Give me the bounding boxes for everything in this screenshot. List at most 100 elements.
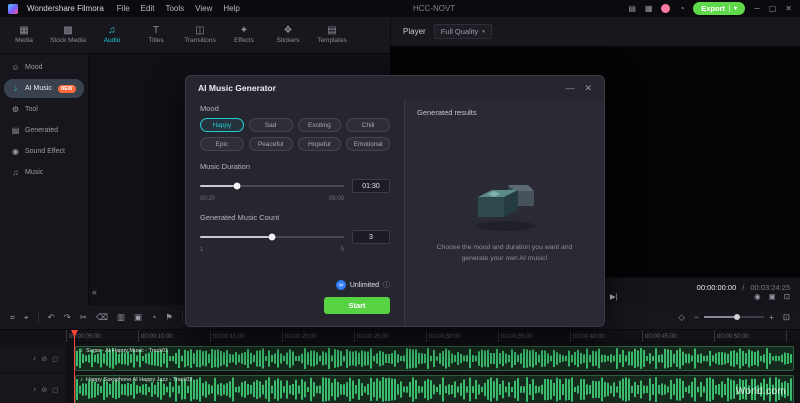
hide-icon[interactable]: ◻ xyxy=(52,386,58,394)
audio-waveform xyxy=(76,347,793,370)
sidebar-item-label: Mood xyxy=(25,64,43,71)
lock-icon[interactable]: ⊘ xyxy=(41,386,47,394)
sidebar-item-label: Generated xyxy=(25,127,59,134)
menu-file[interactable]: File xyxy=(117,4,130,13)
sidebar-item-generated[interactable]: ▤ Generated xyxy=(4,121,84,140)
crop-icon[interactable]: ▣ xyxy=(769,293,776,301)
duration-slider[interactable] xyxy=(200,182,344,190)
pointer-tool-icon[interactable]: ⌖ xyxy=(24,313,29,322)
maximize-icon[interactable]: ▢ xyxy=(769,4,777,13)
scissors-icon[interactable]: ✂ xyxy=(80,313,87,322)
snap-icon[interactable]: ⌗ xyxy=(10,313,15,322)
minimize-icon[interactable]: — xyxy=(565,83,574,93)
trash-icon[interactable]: ⌫ xyxy=(96,313,108,322)
clip-label: ♪ Sugar - AI Happy Music - Track01 xyxy=(80,348,168,354)
timecode-total: 00:03:24:25 xyxy=(750,282,790,292)
menubar: File Edit Tools View Help xyxy=(117,4,240,13)
sidebar-item-sound-effect[interactable]: ◉ Sound Effect xyxy=(4,142,84,161)
duration-max: 05:00 xyxy=(328,196,344,202)
next-frame-icon[interactable]: ▶| xyxy=(610,293,618,301)
mood-chip-peaceful[interactable]: Peaceful xyxy=(248,137,293,151)
fullscreen-icon[interactable]: ⊡ xyxy=(784,293,790,301)
start-button[interactable]: Start xyxy=(324,297,390,314)
sidebar-item-tool[interactable]: ⚙ Tool xyxy=(4,100,84,119)
lock-icon[interactable]: ⊘ xyxy=(41,355,47,363)
media-icon: ▦ xyxy=(19,25,29,36)
sidebar-item-mood[interactable]: ☺ Mood xyxy=(4,58,84,77)
sidebar-item-music[interactable]: ♫ Music xyxy=(4,163,84,182)
tab-transitions[interactable]: ◫ Transitions xyxy=(178,26,222,45)
plugins-icon[interactable]: ▦ xyxy=(645,4,653,13)
settings-spacer xyxy=(200,253,390,280)
tab-titles[interactable]: T Titles xyxy=(134,26,178,45)
info-icon[interactable]: ⓘ xyxy=(383,280,390,290)
mood-chip-happy[interactable]: Happy xyxy=(200,118,244,132)
collapse-sidebar-button[interactable]: « xyxy=(92,287,97,297)
audio-clip-1[interactable]: ♪ Sugar - AI Happy Music - Track01 xyxy=(75,346,794,371)
mood-chip-emotional[interactable]: Emotional xyxy=(346,137,390,151)
audio-clip-2[interactable]: ♪ Happy Saxophone AI Happy Jazz - Track0… xyxy=(75,375,794,403)
layout-icon[interactable]: ▤ xyxy=(628,4,636,13)
tab-templates[interactable]: ▤ Templates xyxy=(310,25,354,45)
zoom-in-icon[interactable]: + xyxy=(769,313,774,322)
duration-value[interactable]: 01:30 xyxy=(352,179,390,193)
sidebar-item-ai-music[interactable]: ♪ AI Music NEW xyxy=(4,79,84,98)
tab-stickers[interactable]: ❖ Stickers xyxy=(266,25,310,45)
zoom-slider[interactable] xyxy=(703,314,764,320)
project-name: HCC-NOVT xyxy=(412,4,456,13)
crop-icon[interactable]: ▣ xyxy=(134,313,142,322)
tab-audio[interactable]: ♫ Audio xyxy=(90,26,134,45)
timeline-ruler[interactable]: 00:00:05:00 00:00:10:00 00:00:15:00 00:0… xyxy=(66,330,800,343)
mood-chip-exciting[interactable]: Exciting xyxy=(297,118,342,132)
minimize-icon[interactable]: ─ xyxy=(754,4,760,13)
mood-chip-chill[interactable]: Chill xyxy=(346,118,390,132)
empty-boxes-illustration xyxy=(475,184,536,231)
tab-media[interactable]: ▦ Media xyxy=(2,25,46,45)
menu-edit[interactable]: Edit xyxy=(141,4,155,13)
tab-stock-media[interactable]: ▩ Stock Media xyxy=(46,26,90,45)
hide-icon[interactable]: ◻ xyxy=(52,355,58,363)
ai-music-icon: ♪ xyxy=(13,84,18,93)
speed-icon[interactable]: ◔ xyxy=(151,313,156,322)
quality-dropdown[interactable]: Full Quality ▾ xyxy=(433,24,492,39)
count-slider[interactable] xyxy=(200,233,344,241)
menu-view[interactable]: View xyxy=(195,4,212,13)
avatar[interactable] xyxy=(661,4,671,13)
close-icon[interactable]: ✕ xyxy=(584,83,592,94)
tab-label: Templates xyxy=(317,37,347,44)
stickers-icon: ❖ xyxy=(283,25,293,36)
track-lane[interactable]: ♪ Happy Saxophone AI Happy Jazz - Track0… xyxy=(66,374,800,403)
ruler-mark: 00:00:20:00 xyxy=(285,334,317,340)
snapshot-icon[interactable]: ◉ xyxy=(754,293,761,301)
quality-value: Full Quality xyxy=(440,27,479,36)
mute-icon[interactable]: ♪ xyxy=(33,386,37,393)
marker-icon[interactable]: ⚑ xyxy=(165,313,173,322)
media-type-tabs: ▦ Media ▩ Stock Media ♫ Audio T Titles ◫… xyxy=(0,17,390,54)
templates-icon: ▤ xyxy=(327,25,337,36)
playhead[interactable] xyxy=(74,330,75,403)
clip-name: Sugar - AI Happy Music - Track01 xyxy=(86,348,169,354)
mute-icon[interactable]: ♪ xyxy=(33,355,37,362)
close-icon[interactable]: ✕ xyxy=(785,4,792,13)
duration-slider-row: 01:30 xyxy=(200,179,390,193)
mood-chip-hopeful[interactable]: Hopeful xyxy=(297,137,342,151)
export-button[interactable]: Export ▾ xyxy=(693,2,746,15)
tab-label: Stickers xyxy=(276,37,300,44)
menu-tools[interactable]: Tools xyxy=(165,4,184,13)
zoom-out-icon[interactable]: − xyxy=(694,313,699,322)
menu-help[interactable]: Help xyxy=(223,4,239,13)
mood-chip-sad[interactable]: Sad xyxy=(248,118,293,132)
sidebar-item-label: AI Music xyxy=(25,85,52,92)
redo-icon[interactable]: ↷ xyxy=(64,313,71,322)
fit-timeline-icon[interactable]: ⊡ xyxy=(783,313,790,322)
mood-chip-epic[interactable]: Epic xyxy=(200,137,244,151)
filmora-window: Wondershare Filmora File Edit Tools View… xyxy=(0,0,800,403)
undo-icon[interactable]: ↶ xyxy=(48,313,55,322)
split-icon[interactable]: ▥ xyxy=(117,313,125,322)
keyframe-icon[interactable]: ◇ xyxy=(678,313,685,322)
count-value[interactable]: 3 xyxy=(352,230,390,244)
notification-icon[interactable]: ◔ xyxy=(679,4,684,13)
track-lane[interactable]: ♪ Sugar - AI Happy Music - Track01 xyxy=(66,345,800,372)
player-tools: ◉ ▣ ⊡ xyxy=(618,293,790,301)
tab-effects[interactable]: ✦ Effects xyxy=(222,26,266,45)
